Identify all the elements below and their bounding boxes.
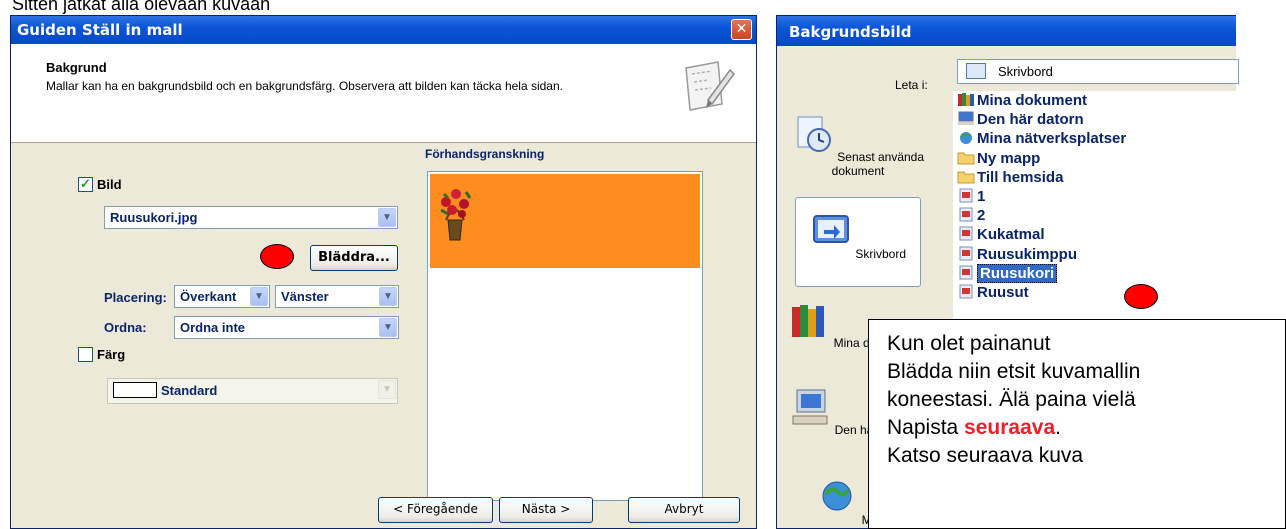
file-name: Mina dokument: [977, 92, 1088, 109]
wizard-titlebar: Guiden Ställ in mall ✕: [11, 16, 756, 44]
image-file-icon: [959, 226, 973, 241]
highlight-marker: [260, 244, 294, 269]
arrange-label: Ordna:: [104, 320, 147, 335]
file-name: Ruusut: [977, 284, 1029, 301]
image-file-select[interactable]: Ruusukori.jpg ▼: [104, 206, 398, 229]
file-name: Mina nätverksplatser: [977, 130, 1127, 148]
cancel-button[interactable]: Avbryt: [628, 497, 740, 523]
preview-pane: [427, 171, 703, 501]
file-name: Till hemsida: [977, 168, 1064, 186]
color-select[interactable]: Standard ▼: [107, 378, 398, 404]
file-name: Ruusukori: [977, 263, 1058, 283]
callout-line: Napista seuraava.: [887, 414, 1285, 442]
close-icon[interactable]: ✕: [731, 19, 752, 40]
place-label: Senast använda dokument: [831, 150, 925, 178]
placement-vertical-select[interactable]: Överkant ▼: [174, 285, 270, 308]
look-in-select[interactable]: Skrivbord: [957, 59, 1239, 84]
next-button[interactable]: Nästa >: [499, 497, 593, 523]
preview-background: [430, 174, 700, 268]
file-item[interactable]: Ruusut: [957, 284, 1029, 305]
file-dialog-titlebar: Bakgrundsbild: [777, 16, 1236, 46]
file-item[interactable]: Mina dokument: [957, 92, 1087, 113]
file-name: 1: [977, 188, 986, 205]
placement-horizontal-value: Vänster: [281, 289, 329, 304]
my-documents-icon: [958, 93, 974, 106]
wizard-title: Guiden Ställ in mall: [17, 21, 183, 39]
callout-line: Blädda niin etsit kuvamallin: [887, 360, 1141, 383]
callout-line: Kun olet painanut: [887, 332, 1051, 355]
color-swatch: [113, 382, 157, 398]
wizard-header: Bakgrund Mallar kan ha en bakgrundsbild …: [11, 44, 756, 143]
rose-basket-image: [440, 189, 472, 241]
preview-label: Förhandsgranskning: [425, 147, 545, 161]
section-description: Mallar kan ha en bakgrundsbild och en ba…: [46, 79, 563, 93]
file-dialog-title: Bakgrundsbild: [789, 23, 912, 41]
image-file-icon: [959, 207, 973, 222]
file-item[interactable]: Till hemsida: [957, 169, 1063, 190]
my-computer-icon: [958, 111, 974, 126]
callout-text: Napista: [887, 416, 965, 439]
section-title: Bakgrund: [46, 60, 107, 75]
image-file-icon: [959, 265, 973, 280]
file-name: Kukatmal: [977, 226, 1045, 244]
file-item[interactable]: Den här datorn: [957, 111, 1084, 132]
chevron-down-icon[interactable]: ▼: [379, 318, 397, 337]
folder-icon: [957, 152, 975, 165]
color-checkbox[interactable]: [78, 347, 93, 362]
place-desktop[interactable]: Skrivbord: [795, 197, 921, 287]
network-places-icon: [822, 481, 852, 511]
placement-vertical-value: Överkant: [180, 289, 237, 304]
file-item[interactable]: Mina nätverksplatser: [957, 130, 1126, 151]
network-places-icon: [960, 132, 972, 145]
image-file-value: Ruusukori.jpg: [110, 210, 198, 225]
desktop-icon: [966, 63, 986, 79]
arrange-value: Ordna inte: [180, 320, 246, 335]
image-file-icon: [959, 188, 973, 203]
file-name: Den här datorn: [977, 111, 1084, 129]
callout-line: koneestasi. Älä paina vielä: [887, 388, 1136, 411]
look-in-value: Skrivbord: [998, 64, 1053, 79]
image-file-icon: [959, 284, 973, 299]
file-name: Ruusukimppu: [977, 245, 1077, 263]
highlight-marker: [1124, 284, 1158, 309]
file-item[interactable]: 1: [957, 188, 985, 209]
place-label: Skrivbord: [855, 247, 907, 261]
file-name: Ny mapp: [977, 149, 1041, 167]
file-name: 2: [977, 207, 986, 225]
callout-text: .: [1055, 416, 1061, 439]
chevron-down-icon[interactable]: ▼: [379, 287, 397, 306]
arrange-select[interactable]: Ordna inte ▼: [174, 316, 399, 339]
color-value: Standard: [161, 383, 218, 398]
my-documents-icon: [792, 305, 825, 337]
file-item[interactable]: Ny mapp: [957, 150, 1040, 171]
template-pencil-icon: [685, 61, 735, 111]
instruction-callout: Kun olet painanut Blädda niin etsit kuva…: [868, 319, 1286, 529]
desktop-icon: [812, 215, 849, 243]
image-checkbox-label: Bild: [97, 177, 122, 192]
look-in-label: Leta i:: [895, 78, 928, 92]
file-item[interactable]: 2: [957, 207, 985, 228]
image-checkbox[interactable]: ✓: [78, 177, 93, 192]
color-checkbox-label: Färg: [97, 347, 126, 362]
browse-button[interactable]: Bläddra...: [310, 245, 398, 271]
chevron-down-icon[interactable]: ▼: [378, 208, 396, 227]
folder-icon: [957, 171, 975, 184]
image-file-icon: [959, 246, 973, 261]
callout-highlight: seuraava: [964, 416, 1056, 439]
file-item[interactable]: Ruusukori: [957, 263, 1058, 286]
template-wizard-dialog: Guiden Ställ in mall ✕ Bakgrund Mallar k…: [10, 15, 757, 529]
instruction-caption: Sitten jatkat alla olevaan kuvaan: [12, 0, 271, 14]
recent-documents-icon: [797, 116, 831, 152]
chevron-down-icon[interactable]: ▼: [250, 287, 268, 306]
callout-line: Katso seuraava kuva: [887, 444, 1084, 467]
chevron-down-icon[interactable]: ▼: [378, 380, 396, 399]
place-recent[interactable]: Senast använda dokument: [783, 113, 933, 178]
placement-label: Placering:: [104, 290, 167, 305]
my-computer-icon: [792, 389, 828, 425]
placement-horizontal-select[interactable]: Vänster ▼: [275, 285, 399, 308]
back-button[interactable]: < Föregående: [378, 497, 493, 523]
file-item[interactable]: Kukatmal: [957, 226, 1045, 247]
